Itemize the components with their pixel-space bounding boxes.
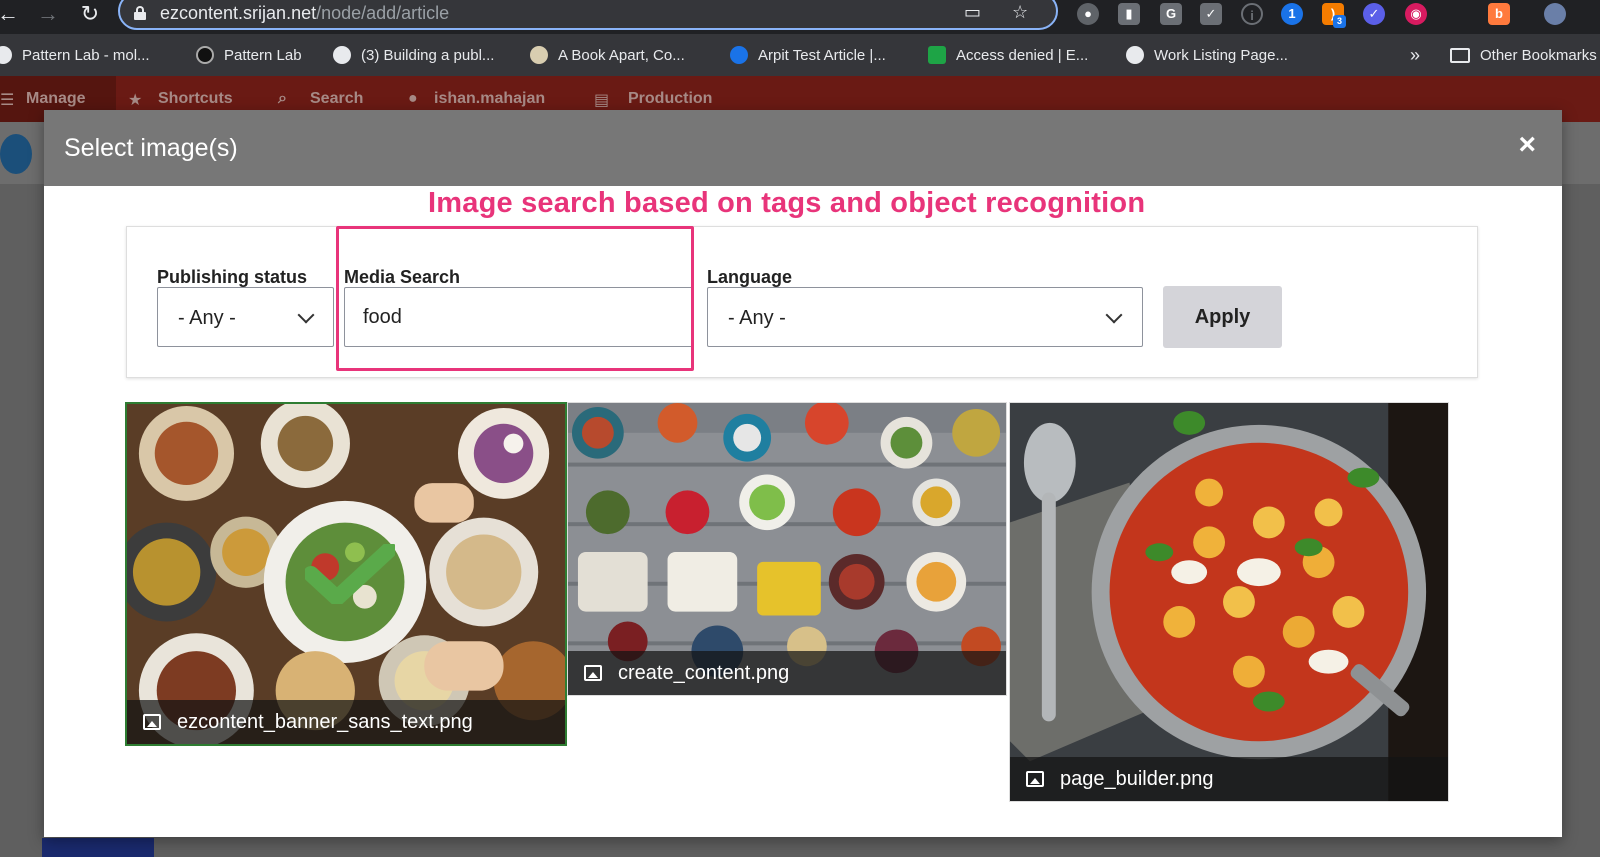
annotation-highlight: [336, 226, 694, 371]
star-icon: ★: [128, 92, 143, 109]
bookmark-item[interactable]: Work Listing Page...: [1126, 44, 1288, 66]
extension-verified-icon[interactable]: ✓: [1363, 3, 1385, 25]
back-icon[interactable]: ←: [0, 1, 22, 29]
media-item-ezcontent-banner[interactable]: ezcontent_banner_sans_text.png: [125, 402, 567, 746]
globe-icon: [333, 46, 351, 64]
menu-icon: ☰: [0, 92, 15, 109]
exposed-filters: Publishing status - Any - Media Search f…: [126, 226, 1478, 378]
image-icon: [143, 714, 161, 730]
media-name: ezcontent_banner_sans_text.png: [177, 710, 473, 733]
extension-color-icon[interactable]: ◉: [1405, 3, 1427, 25]
media-caption: ezcontent_banner_sans_text.png: [127, 700, 565, 744]
extension-g-icon[interactable]: G: [1160, 3, 1182, 25]
search-icon: ⌕: [278, 90, 287, 107]
media-item-create-content[interactable]: create_content.png: [567, 402, 1007, 696]
extension-circle-icon[interactable]: ●: [1077, 3, 1099, 25]
bolt-icon: [730, 46, 748, 64]
bookmark-item[interactable]: A Book Apart, Co...: [530, 44, 685, 66]
cast-icon[interactable]: ▭: [964, 2, 981, 22]
toolbar-user: ishan.mahajan: [434, 90, 546, 107]
media-caption: page_builder.png: [1010, 757, 1448, 801]
profile-avatar[interactable]: [1544, 3, 1566, 25]
extension-check-icon[interactable]: ✓: [1200, 3, 1222, 25]
publishing-status-select[interactable]: - Any -: [157, 287, 334, 347]
bookmarks-overflow-button[interactable]: »: [1410, 44, 1420, 66]
drupal-logo-icon: [0, 134, 32, 174]
bookmark-item[interactable]: Pattern Lab: [196, 44, 302, 66]
gnocchi-pan-thumbnail: [1010, 403, 1448, 801]
url-text: ezcontent.srijan.net/node/add/article: [160, 3, 450, 23]
image-icon: [1026, 771, 1044, 787]
other-bookmarks[interactable]: Other Bookmarks: [1450, 44, 1597, 66]
globe-icon: [0, 46, 12, 64]
user-icon: ●: [408, 90, 418, 107]
media-item-page-builder[interactable]: page_builder.png: [1009, 402, 1449, 802]
dialog-header: Select image(s) ×: [44, 110, 1562, 186]
publishing-status-value: - Any -: [178, 307, 236, 329]
star-icon[interactable]: ☆: [1012, 2, 1028, 22]
media-caption: create_content.png: [568, 651, 1006, 695]
toolbar-production: Production: [628, 90, 713, 107]
apply-button[interactable]: Apply: [1163, 286, 1282, 348]
extension-info-icon[interactable]: i: [1241, 3, 1263, 25]
bookmarks-bar: Pattern Lab - mol... Pattern Lab (3) Bui…: [0, 34, 1600, 76]
image-icon: [584, 665, 602, 681]
annotation-text: Image search based on tags and object re…: [428, 187, 1146, 219]
language-select[interactable]: - Any -: [707, 287, 1143, 347]
extension-badge: 3: [1333, 15, 1346, 28]
browser-toolbar: ← → ↻ ezcontent.srijan.net/node/add/arti…: [0, 0, 1600, 34]
language-value: - Any -: [728, 307, 786, 329]
pattern-lab-icon: [196, 46, 214, 64]
extension-1password-icon[interactable]: 1: [1281, 3, 1303, 25]
folder-icon: [1450, 47, 1470, 63]
server-icon: ▤: [594, 92, 610, 109]
globe-icon: [1126, 46, 1144, 64]
address-bar[interactable]: ezcontent.srijan.net/node/add/article ▭ …: [118, 0, 1058, 30]
drupal-icon: [928, 46, 946, 64]
chevron-down-icon: [1105, 306, 1123, 324]
forward-icon[interactable]: →: [34, 1, 62, 29]
select-images-dialog: Select image(s) × Image search based on …: [44, 110, 1562, 837]
book-apart-icon: [530, 46, 548, 64]
bookmark-item[interactable]: Pattern Lab - mol...: [0, 44, 150, 66]
language-label: Language: [707, 267, 793, 287]
close-icon[interactable]: ×: [1518, 130, 1536, 160]
chevron-down-icon: [297, 306, 315, 324]
extension-chart-icon[interactable]: ▮: [1118, 3, 1140, 25]
lock-icon: [134, 6, 146, 20]
bookmark-item[interactable]: Arpit Test Article |...: [730, 44, 886, 66]
selected-check-icon: [305, 544, 395, 604]
background-button: [42, 838, 154, 857]
media-name: create_content.png: [618, 661, 790, 684]
toolbar-search: Search: [310, 90, 364, 107]
publishing-status-label: Publishing status: [157, 267, 308, 287]
toolbar-manage: Manage: [26, 90, 86, 107]
extension-hubspot-icon[interactable]: b: [1488, 3, 1510, 25]
bookmark-item[interactable]: Access denied | E...: [928, 44, 1088, 66]
toolbar-shortcuts: Shortcuts: [158, 90, 233, 107]
bookmark-item[interactable]: (3) Building a publ...: [333, 44, 494, 66]
media-name: page_builder.png: [1060, 767, 1214, 790]
dialog-title: Select image(s): [64, 134, 238, 162]
reload-icon[interactable]: ↻: [76, 1, 104, 29]
